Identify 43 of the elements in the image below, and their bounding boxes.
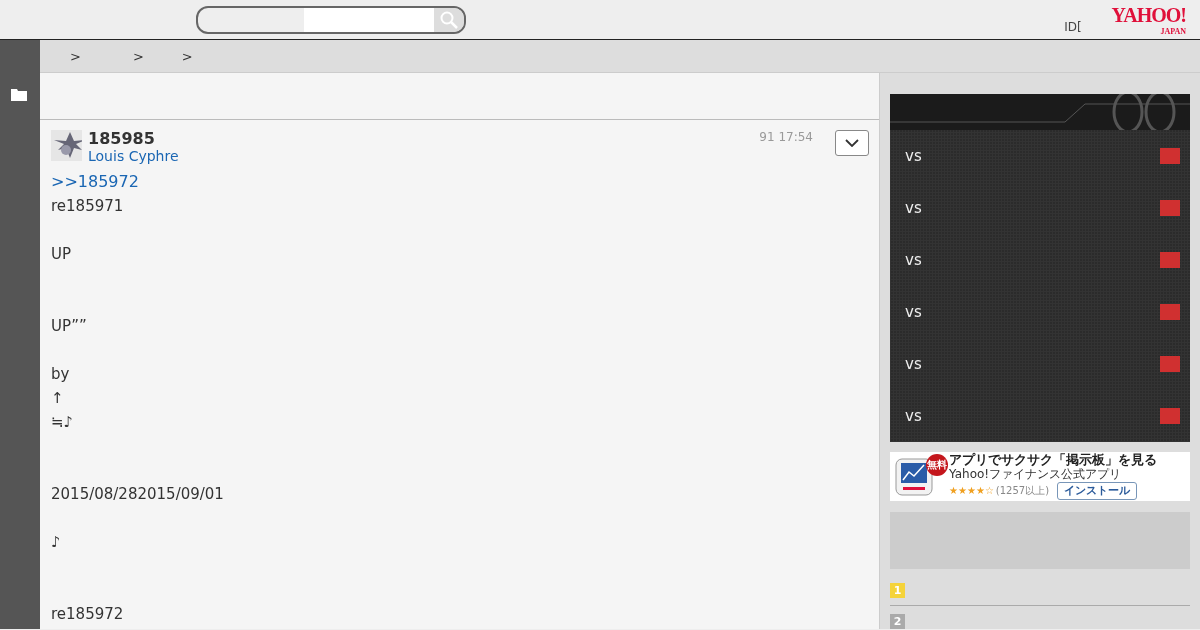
star-icon: ★ xyxy=(949,485,958,497)
matchup-label: vs xyxy=(905,251,922,269)
rank-badge: 2 xyxy=(890,613,905,629)
post-text-line: UP”” xyxy=(51,316,88,337)
breadcrumb-separator: > xyxy=(132,48,144,64)
rating-count: (1257以上) xyxy=(995,485,1050,497)
post-text-line: ≒♪ xyxy=(51,412,75,433)
post-text-line: re185972 xyxy=(51,604,125,625)
dropdown-button[interactable] xyxy=(835,130,869,156)
search-field[interactable] xyxy=(196,5,466,34)
post-text-line: 2015/08/282015/09/01 xyxy=(51,484,225,505)
search-icon xyxy=(440,10,458,29)
star-outline-icon: ☆ xyxy=(984,485,994,497)
avatar-icon xyxy=(51,130,82,161)
matchup-label: vs xyxy=(905,303,922,321)
breadcrumb-separator: > xyxy=(181,48,193,64)
star-icon: ★ xyxy=(966,485,976,497)
post-text-line: by xyxy=(51,364,71,385)
star-icon: ★ xyxy=(975,485,985,497)
post-text-line: ♪ xyxy=(51,532,62,553)
banner-subtitle: Yahoo!ファイナンス公式アプリ xyxy=(949,468,1123,482)
matchup-label: vs xyxy=(905,407,922,425)
search-button[interactable] xyxy=(434,7,464,32)
banner-title: アプリでサクサク「掲示板」を見る xyxy=(949,453,1157,468)
reply-link[interactable]: >>185972 xyxy=(51,170,868,194)
star-icon: ★ xyxy=(957,485,967,497)
free-badge: 無料 xyxy=(926,454,948,476)
install-button[interactable]: インストール xyxy=(1057,481,1138,500)
rank-badge: 1 xyxy=(890,582,905,598)
site-logo[interactable]: YAHOO! JAPAN xyxy=(1111,3,1186,36)
post-number: 185985 xyxy=(88,130,156,148)
chevron-down-icon xyxy=(845,139,859,147)
matchup-label: vs xyxy=(905,355,922,373)
post-text-line: re185971 xyxy=(51,196,125,217)
post-text-line: UP xyxy=(51,244,73,265)
folder-icon[interactable] xyxy=(11,88,27,101)
breadcrumb-separator: > xyxy=(70,48,81,64)
author-link[interactable]: Louis Cyphre xyxy=(88,148,179,164)
matchup-label: vs xyxy=(905,147,922,165)
post-time: 91 17:54 xyxy=(759,130,813,146)
matchup-label: vs xyxy=(905,199,922,217)
id-label: ID[ xyxy=(1064,19,1082,34)
post-text-line: ↑ xyxy=(51,388,65,409)
